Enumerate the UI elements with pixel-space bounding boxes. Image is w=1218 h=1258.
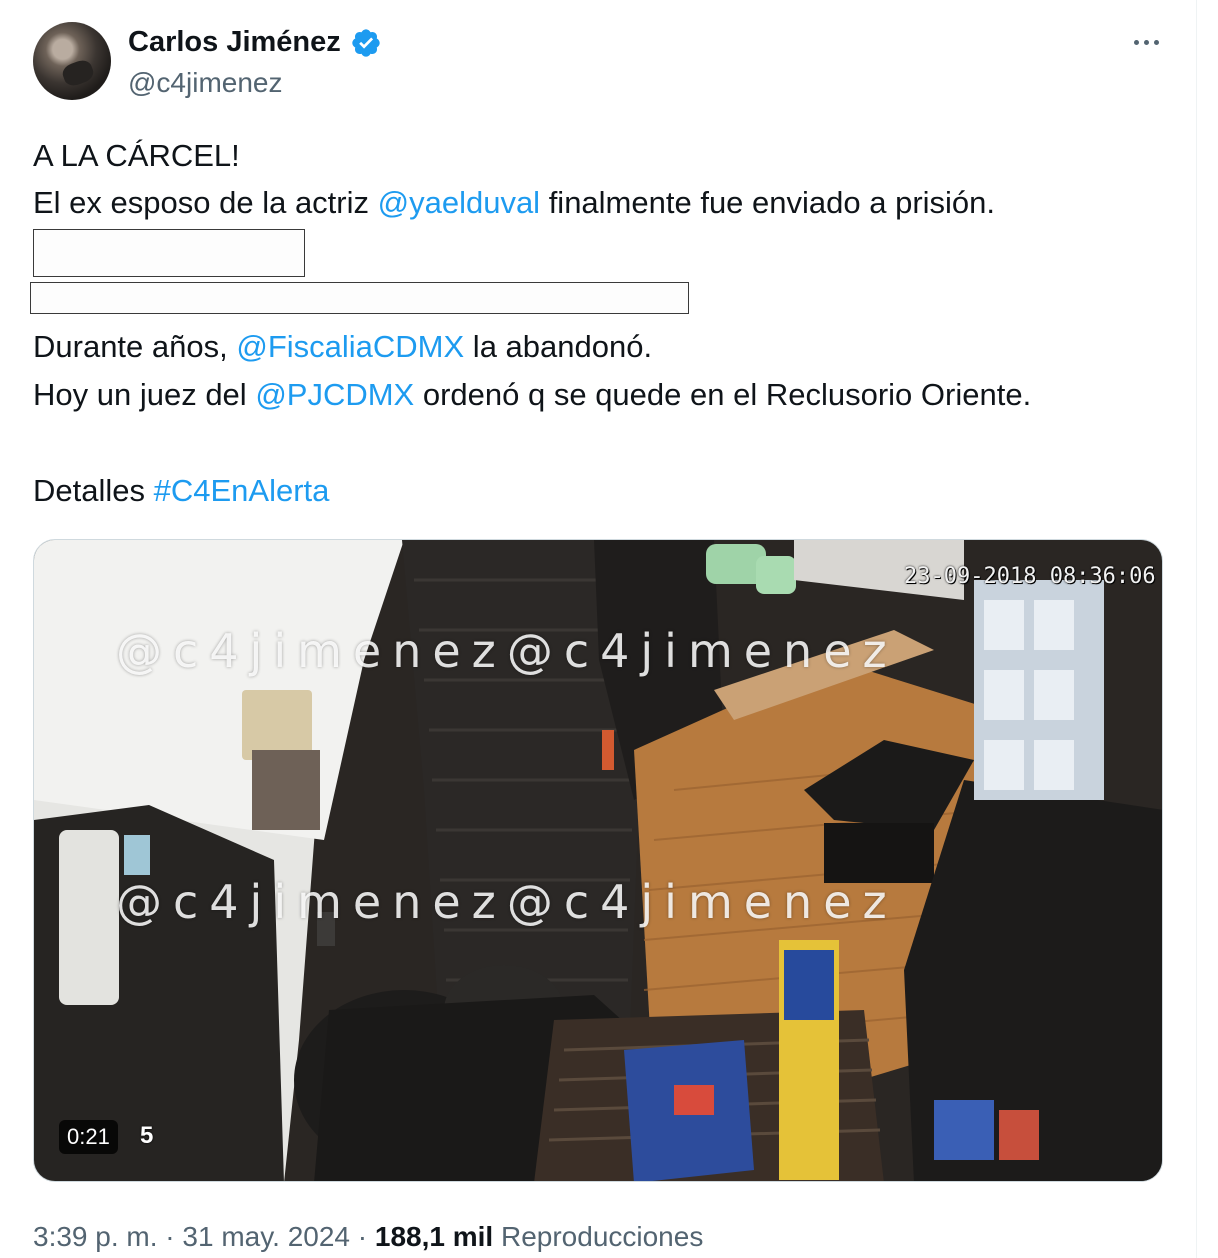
redaction-box: [33, 229, 305, 277]
tweet-line-6: Hoy un juez del @PJCDMX ordenó q se qued…: [33, 375, 1031, 415]
more-options-icon[interactable]: [1126, 24, 1166, 60]
video-player[interactable]: 23-09-2018 08:36:06 @c4jimenez@c4jimenez…: [33, 539, 1163, 1182]
views-count: 188,1 mil: [374, 1221, 494, 1252]
tweet-text-segment: Hoy un juez del: [33, 377, 256, 412]
views-label: Reproducciones: [500, 1221, 704, 1252]
mention-link[interactable]: @yaelduval: [378, 185, 540, 220]
tweet-line-1: A LA CÁRCEL!: [33, 138, 240, 173]
column-divider: [1196, 0, 1197, 1258]
tweet-line-5: Durante años, @FiscaliaCDMX la abandonó.: [33, 327, 652, 367]
tweet-text-segment: Detalles: [33, 473, 154, 508]
tweet-date[interactable]: 31 may. 2024: [182, 1221, 350, 1252]
redaction-box: [30, 282, 689, 314]
meta-separator: ·: [350, 1221, 375, 1252]
tweet-text-segment: finalmente fue enviado a prisión.: [540, 185, 996, 220]
tweet-line-2: El ex esposo de la actriz @yaelduval fin…: [33, 183, 995, 223]
avatar[interactable]: [33, 22, 111, 100]
hashtag-link[interactable]: #C4EnAlerta: [154, 473, 330, 508]
tweet-text-segment: Durante años,: [33, 329, 237, 364]
tweet-meta: 3:39 p. m. · 31 may. 2024 · 188,1 mil Re…: [33, 1219, 703, 1255]
tweet-text-segment: El ex esposo de la actriz: [33, 185, 378, 220]
watermark-text: @c4jimenez@c4jimenez: [116, 624, 898, 678]
camera-timestamp: 23-09-2018 08:36:06: [904, 564, 1156, 589]
verified-badge-icon: [352, 29, 380, 57]
meta-separator: ·: [157, 1221, 183, 1252]
author-name[interactable]: Carlos Jiménez: [128, 24, 341, 60]
tweet-time[interactable]: 3:39 p. m.: [33, 1221, 158, 1252]
tweet-line-8: Detalles #C4EnAlerta: [33, 471, 329, 511]
video-duration-badge: 0:21: [59, 1120, 118, 1154]
author-handle[interactable]: @c4jimenez: [128, 66, 282, 100]
tweet-text-segment: la abandonó.: [464, 329, 653, 364]
mention-link[interactable]: @PJCDMX: [255, 377, 414, 412]
watermark-text: @c4jimenez@c4jimenez: [116, 875, 898, 929]
tweet-text-segment: ordenó q se quede en el Reclusorio Orien…: [414, 377, 1032, 412]
mention-link[interactable]: @FiscaliaCDMX: [236, 329, 464, 364]
overlay-text-fragment: 5: [140, 1122, 154, 1149]
